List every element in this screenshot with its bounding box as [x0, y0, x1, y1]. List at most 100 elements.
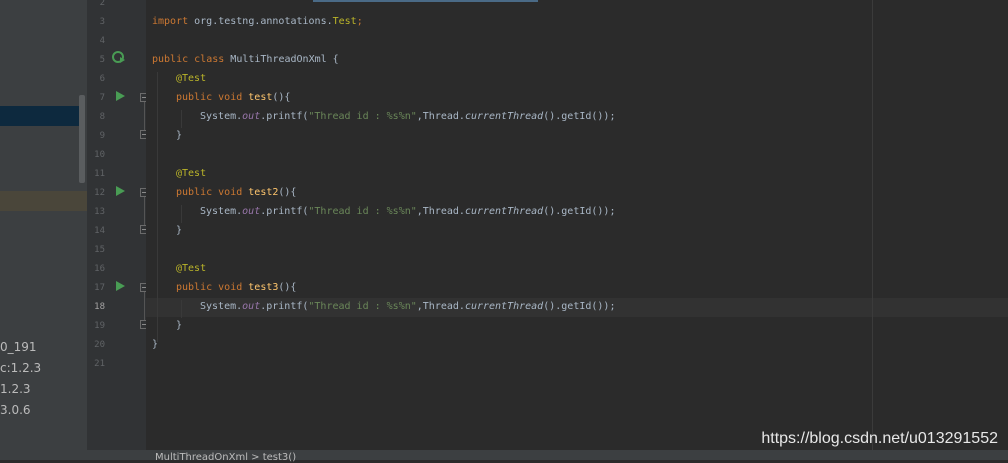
indent-guide [181, 110, 182, 128]
line-number: 20 [94, 340, 105, 350]
code-line-method-decl: public void test2(){ [176, 186, 296, 200]
annotation: @Test [176, 168, 207, 179]
brace: { [332, 54, 339, 65]
line-number: 19 [94, 321, 105, 331]
breadcrumb[interactable]: MultiThreadOnXml > test3() [155, 452, 296, 463]
class-ref: System. [200, 206, 243, 217]
code-line-annotation: @Test [176, 262, 206, 276]
keyword: void [218, 282, 243, 293]
line-number: 6 [99, 74, 105, 84]
brace: } [176, 225, 183, 236]
paren: (){ [272, 92, 291, 103]
line-number: 4 [99, 36, 105, 46]
keyword: public [176, 282, 213, 293]
static-method-call: currentThread [464, 206, 544, 217]
code-line-printf-current: System.out.printf("Thread id : %s%n",Thr… [200, 300, 615, 314]
run-class-icon[interactable] [112, 51, 125, 64]
line-number: 3 [99, 17, 105, 27]
line-number: 5 [99, 55, 105, 65]
line-number: 11 [94, 169, 105, 179]
method-call: ().getId()); [543, 206, 616, 217]
code-line-annotation: @Test [176, 72, 206, 86]
tree-item-library[interactable]: 3.0.6 [0, 403, 31, 417]
semicolon: ; [356, 16, 363, 27]
run-test-icon[interactable] [116, 91, 125, 101]
line-number: 13 [94, 207, 105, 217]
line-number: 15 [94, 245, 105, 255]
static-method-call: currentThread [464, 111, 544, 122]
line-number: 12 [94, 188, 105, 198]
code-editor[interactable]: import org.testng.annotations.Test; publ… [146, 0, 1008, 450]
brace: } [152, 339, 159, 350]
method-name: test [248, 92, 273, 103]
brace: } [176, 130, 183, 141]
code-line-close-brace: } [176, 129, 182, 143]
indent-guide [157, 72, 158, 342]
class-ref: ,Thread. [416, 301, 465, 312]
tree-item-library[interactable]: c:1.2.3 [0, 361, 41, 375]
import-class: Test [332, 16, 357, 27]
method-call: ().getId()); [543, 111, 616, 122]
string-literal: "Thread id : %s%n" [308, 301, 417, 312]
tree-item-library[interactable]: 0_191 [0, 340, 37, 354]
annotation: @Test [176, 73, 207, 84]
string-literal: "Thread id : %s%n" [308, 206, 417, 217]
editor-gutter: 2 3 4 5 6 7 8 9 10 11 12 13 14 15 16 17 … [87, 0, 149, 450]
fold-guide [144, 102, 145, 130]
run-test-icon[interactable] [116, 186, 125, 196]
indent-guide [181, 205, 182, 223]
code-line-method-decl: public void test(){ [176, 91, 290, 105]
code-line-printf: System.out.printf("Thread id : %s%n",Thr… [200, 205, 615, 219]
paren: (){ [278, 187, 297, 198]
class-ref: ,Thread. [416, 206, 465, 217]
brace: } [176, 320, 183, 331]
run-test-icon[interactable] [116, 281, 125, 291]
line-number: 2 [99, 0, 105, 8]
class-ref: System. [200, 301, 243, 312]
line-number: 17 [94, 283, 105, 293]
watermark: https://blog.csdn.net/u013291552 [761, 430, 998, 447]
fold-guide [144, 197, 145, 225]
string-literal: "Thread id : %s%n" [308, 111, 417, 122]
keyword: class [194, 54, 225, 65]
line-number: 8 [99, 112, 105, 122]
line-number: 9 [99, 131, 105, 141]
highlighted-tree-row[interactable] [0, 191, 87, 211]
line-number: 16 [94, 264, 105, 274]
right-margin-guide [872, 0, 873, 450]
paren: (){ [278, 282, 297, 293]
keyword: public [176, 92, 213, 103]
line-number: 7 [99, 93, 105, 103]
method-name: test2 [248, 187, 279, 198]
code-line-class-decl: public class MultiThreadOnXml { [152, 53, 339, 67]
line-number: 14 [94, 226, 105, 236]
selected-tree-row[interactable] [0, 106, 80, 126]
class-ref: System. [200, 111, 243, 122]
keyword: public [176, 187, 213, 198]
project-panel: 0_191 c:1.2.3 1.2.3 3.0.6 [0, 0, 87, 460]
class-name: MultiThreadOnXml [230, 54, 327, 65]
keyword: void [218, 187, 243, 198]
code-line-annotation: @Test [176, 167, 206, 181]
class-ref: ,Thread. [416, 111, 465, 122]
fold-guide [144, 292, 145, 320]
keyword: void [218, 92, 243, 103]
active-tab-indicator [313, 0, 538, 2]
code-line-printf: System.out.printf("Thread id : %s%n",Thr… [200, 110, 615, 124]
code-line-close-brace: } [176, 224, 182, 238]
code-line-class-close: } [152, 338, 158, 352]
line-number-current: 18 [94, 302, 105, 312]
annotation: @Test [176, 263, 207, 274]
method-name: test3 [248, 282, 279, 293]
tree-item-library[interactable]: 1.2.3 [0, 382, 31, 396]
static-method-call: currentThread [464, 301, 544, 312]
code-line-close-brace: } [176, 319, 182, 333]
static-field: out [242, 206, 261, 217]
project-panel-scrollbar[interactable] [79, 95, 85, 183]
line-number: 10 [94, 150, 105, 160]
breadcrumb-bar: MultiThreadOnXml > test3() [87, 450, 1008, 463]
static-field: out [242, 301, 261, 312]
static-field: out [242, 111, 261, 122]
code-line-method-decl: public void test3(){ [176, 281, 296, 295]
code-line-import: import org.testng.annotations.Test; [152, 15, 363, 29]
